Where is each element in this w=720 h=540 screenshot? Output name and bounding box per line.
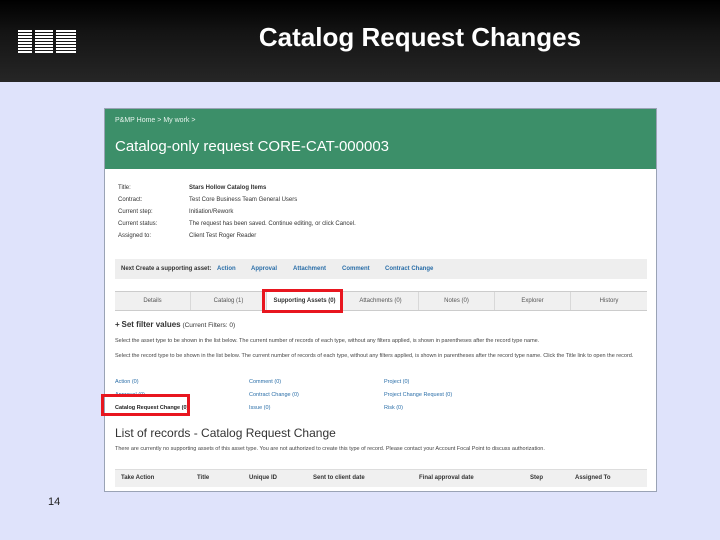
set-filter-toggle[interactable]: + Set filter values (Current Filters: 0) xyxy=(115,320,235,329)
column-take-action[interactable]: Take Action xyxy=(121,475,154,481)
column-unique-id[interactable]: Unique ID xyxy=(249,475,277,481)
create-attachment-link[interactable]: Attachment xyxy=(293,266,326,272)
breadcrumb-home-link[interactable]: P&MP Home xyxy=(115,117,155,124)
request-info: Title: Stars Hollow Catalog Items Contra… xyxy=(105,169,656,243)
record-type-risk-link[interactable]: Risk (0) xyxy=(384,405,403,411)
record-type-contract-change-link[interactable]: Contract Change (0) xyxy=(249,392,299,398)
column-title[interactable]: Title xyxy=(197,475,209,481)
record-tabs: Details Catalog (1) Supporting Assets (0… xyxy=(115,291,647,311)
info-label-step: Current step: xyxy=(118,209,153,215)
tab-catalog[interactable]: Catalog (1) xyxy=(191,292,267,310)
create-asset-label: Next Create a supporting asset: xyxy=(121,266,212,272)
tab-history[interactable]: History xyxy=(571,292,647,310)
table-header-row xyxy=(115,469,647,487)
request-banner: P&MP Home > My work > Catalog-only reque… xyxy=(105,109,656,169)
info-value-title: Stars Hollow Catalog Items xyxy=(189,185,267,191)
plus-icon: + xyxy=(115,320,120,329)
info-label-assigned: Assigned to: xyxy=(118,233,152,239)
info-value-assigned: Client Test Roger Reader xyxy=(189,233,257,239)
column-final-approval[interactable]: Final approval date xyxy=(419,475,474,481)
record-type-description: Select the record type to be shown in th… xyxy=(115,353,634,359)
tab-explorer[interactable]: Explorer xyxy=(495,292,571,310)
tab-notes[interactable]: Notes (0) xyxy=(419,292,495,310)
current-filters: (Current Filters: 0) xyxy=(182,322,236,329)
create-comment-link[interactable]: Comment xyxy=(342,266,370,272)
info-value-status: The request has been saved. Continue edi… xyxy=(189,221,356,227)
set-filter-label: Set filter values xyxy=(121,320,181,329)
record-type-issue-link[interactable]: Issue (0) xyxy=(249,405,270,411)
column-step[interactable]: Step xyxy=(530,475,543,481)
slide-title: Catalog Request Changes xyxy=(258,22,582,52)
highlight-supporting-assets-tab xyxy=(262,289,343,313)
info-value-step: Initiation/Rework xyxy=(189,209,234,215)
no-records-message: There are currently no supporting assets… xyxy=(115,446,545,452)
breadcrumb-mywork-link[interactable]: My work xyxy=(163,117,189,124)
tab-attachments[interactable]: Attachments (0) xyxy=(343,292,419,310)
slide-header: Catalog Request Changes xyxy=(0,0,720,82)
breadcrumb: P&MP Home > My work > xyxy=(115,117,646,124)
list-title: List of records - Catalog Request Change xyxy=(115,426,336,440)
breadcrumb-separator: > xyxy=(191,117,196,124)
record-type-comment-link[interactable]: Comment (0) xyxy=(249,379,281,385)
request-title: Catalog-only request CORE-CAT-000003 xyxy=(115,138,390,155)
asset-type-description: Select the asset type to be shown in the… xyxy=(115,338,540,344)
page-number: 14 xyxy=(48,496,61,508)
app-screenshot: P&MP Home > My work > Catalog-only reque… xyxy=(104,108,657,492)
tab-details[interactable]: Details xyxy=(115,292,191,310)
info-label-title: Title: xyxy=(118,185,131,191)
info-value-contract: Test Core Business Team General Users xyxy=(189,197,298,203)
create-action-link[interactable]: Action xyxy=(217,266,236,272)
create-contract-change-link[interactable]: Contract Change xyxy=(385,266,433,272)
highlight-catalog-request-change xyxy=(101,394,190,416)
column-assigned-to[interactable]: Assigned To xyxy=(575,475,611,481)
record-type-project-change-request-link[interactable]: Project Change Request (0) xyxy=(384,392,452,398)
create-asset-bar: Next Create a supporting asset: Action A… xyxy=(115,259,647,279)
column-sent-to-client[interactable]: Sent to client date xyxy=(313,475,365,481)
record-type-action-link[interactable]: Action (0) xyxy=(115,379,139,385)
info-label-status: Current status: xyxy=(118,221,158,227)
breadcrumb-separator: > xyxy=(157,117,162,124)
record-type-project-link[interactable]: Project (0) xyxy=(384,379,409,385)
info-label-contract: Contract: xyxy=(118,197,143,203)
create-approval-link[interactable]: Approval xyxy=(251,266,277,272)
